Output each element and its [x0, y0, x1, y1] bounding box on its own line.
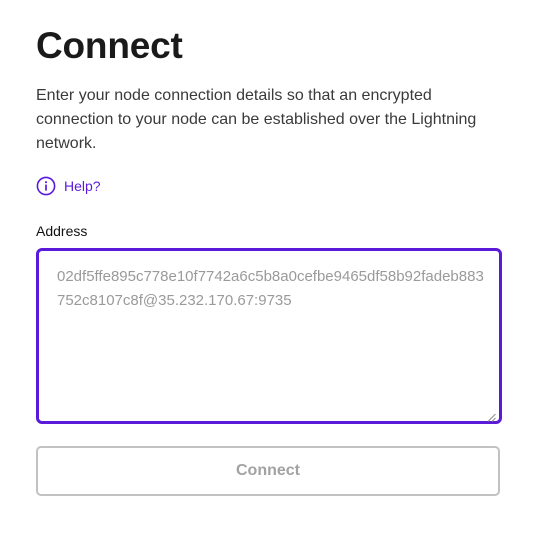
address-textarea[interactable]: 02df5ffe895c778e10f7742a6c5b8a0cefbe9465…: [36, 248, 502, 424]
resize-grip-icon[interactable]: [487, 409, 496, 422]
page-title: Connect: [36, 25, 183, 66]
address-placeholder: 02df5ffe895c778e10f7742a6c5b8a0cefbe9465…: [57, 268, 484, 309]
connect-button[interactable]: Connect: [36, 446, 500, 496]
connect-page: Connect Enter your node connection detai…: [36, 22, 502, 496]
address-label: Address: [36, 223, 88, 239]
info-circle-icon: [36, 176, 56, 196]
page-description: Enter your node connection details so th…: [36, 87, 477, 152]
help-label: Help?: [64, 178, 101, 194]
help-link[interactable]: Help?: [36, 176, 101, 196]
